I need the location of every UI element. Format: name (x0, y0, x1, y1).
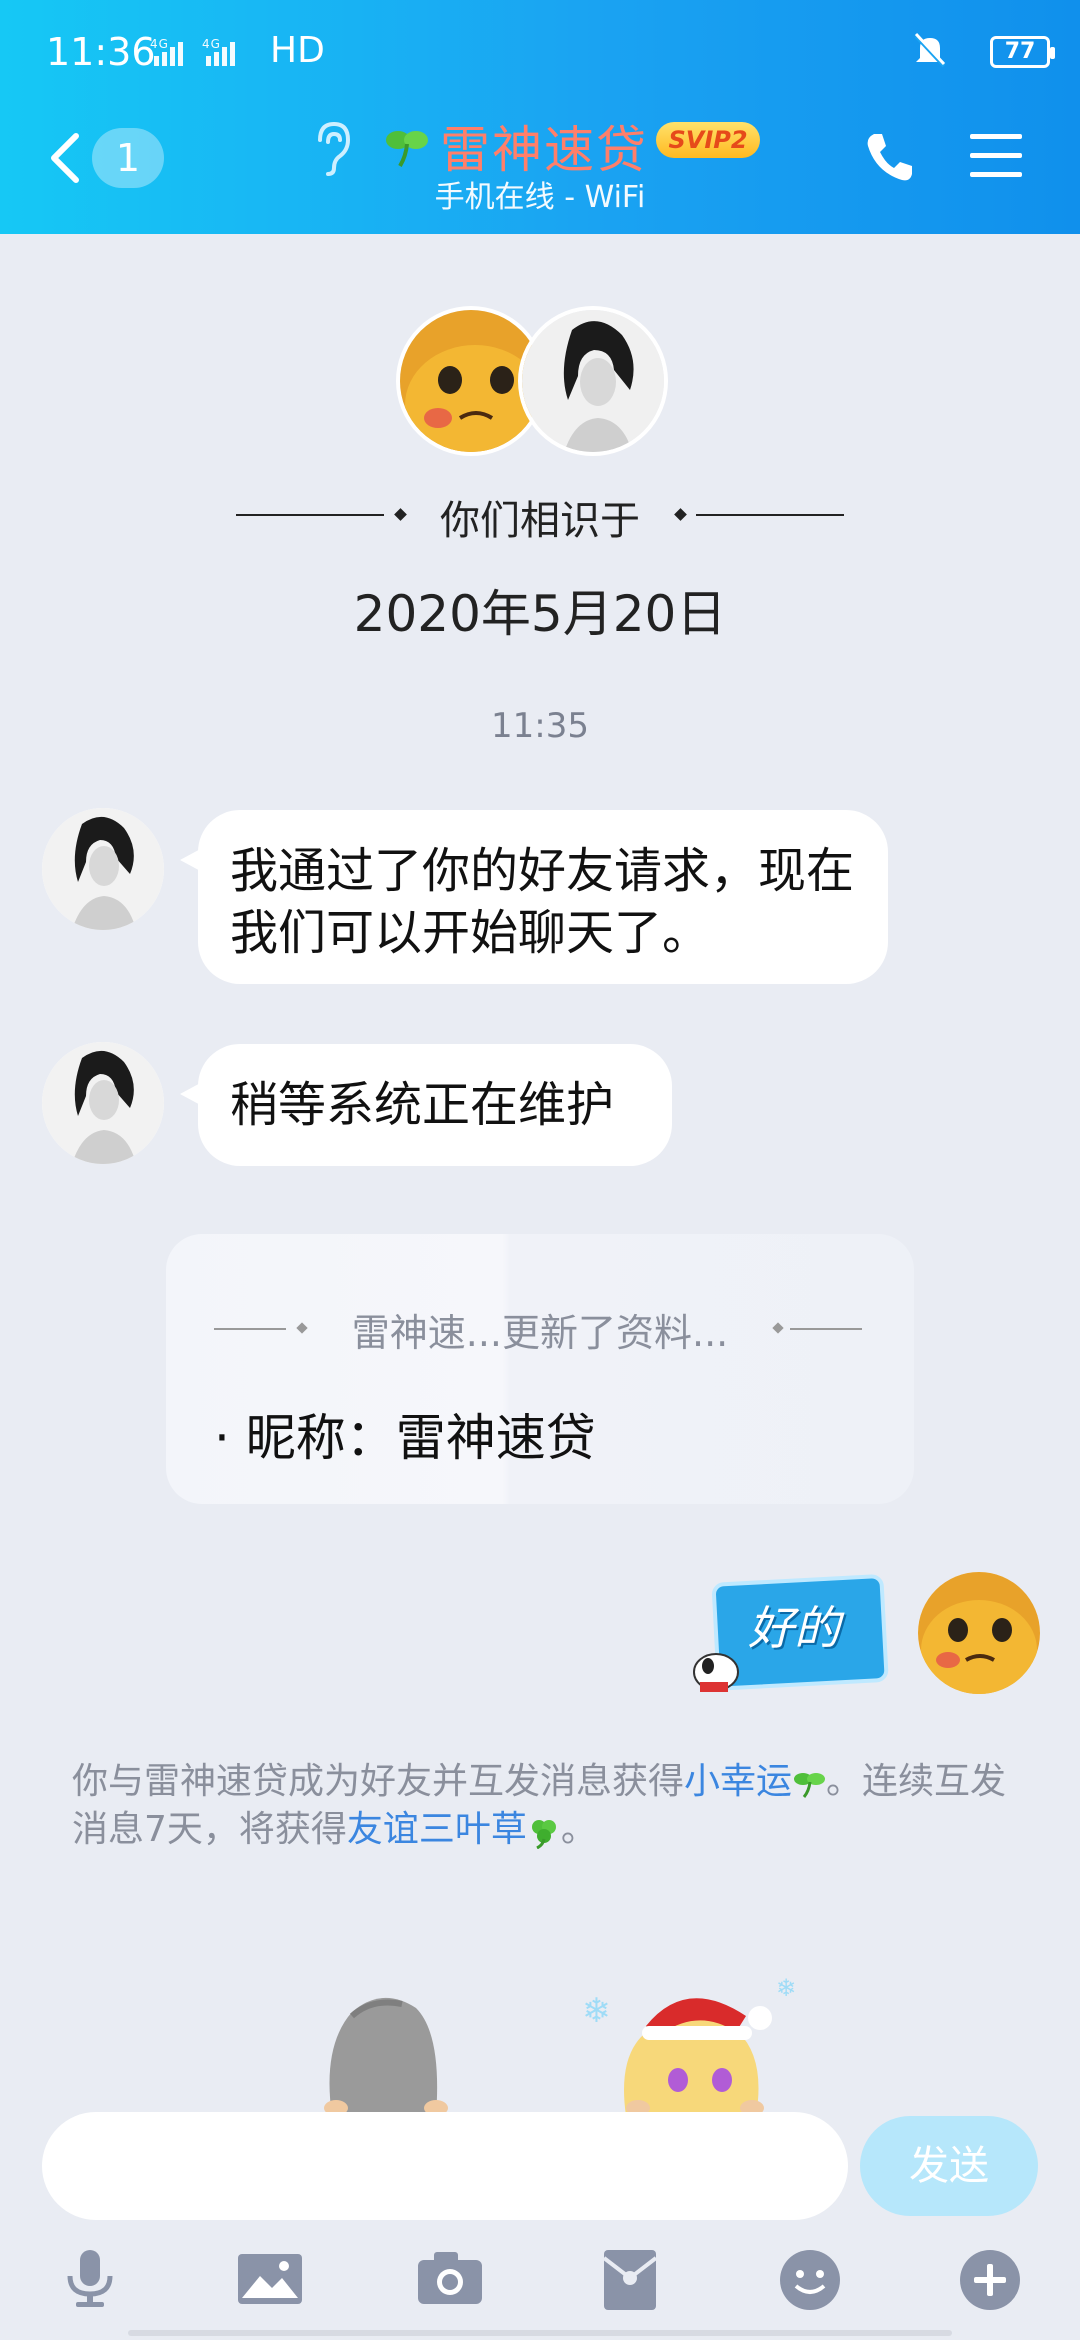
status-time: 11:36 (46, 30, 156, 74)
met-date: 2020年5月20日 (353, 585, 727, 643)
image-button[interactable] (236, 2248, 302, 2308)
svg-text:4G: 4G (150, 37, 169, 51)
network-indicator: 4G 4G (150, 34, 260, 74)
red-packet-button[interactable] (600, 2248, 660, 2310)
message-timestamp: 11:35 (491, 706, 589, 746)
my-avatar[interactable] (918, 1572, 1040, 1694)
more-button[interactable] (958, 2248, 1020, 2310)
clover-icon (382, 122, 430, 170)
plus-icon (960, 2250, 1020, 2310)
svg-text:❄: ❄ (776, 1976, 796, 2002)
divider-right (696, 514, 844, 516)
call-button[interactable] (860, 128, 918, 186)
red-packet-icon (602, 2250, 658, 2310)
image-icon (238, 2254, 302, 2304)
voice-button[interactable] (60, 2248, 120, 2308)
ear-icon[interactable] (310, 118, 354, 178)
svg-text:4G: 4G (202, 37, 221, 51)
tip-text: 你与雷神速贷成为好友并互发消息获得 (72, 1761, 685, 1802)
camera-button[interactable] (416, 2248, 482, 2308)
clover-icon (527, 1814, 561, 1850)
emoji-icon (780, 2250, 840, 2310)
mic-icon (67, 2250, 113, 2307)
friend-avatar[interactable] (518, 306, 668, 456)
battery-indicator: 77 (990, 36, 1055, 68)
tip-text: 。 (560, 1809, 597, 1850)
sprout-icon (792, 1766, 826, 1800)
svip-badge: SVIP2 (656, 122, 760, 158)
friendship-tip: 你与雷神速贷成为好友并互发消息获得小幸运 。连续互发消息7天，将获得友谊三叶草。 (72, 1758, 1032, 1854)
profile-update-notice[interactable]: 雷神速...更新了资料... · 昵称：雷神速贷 (166, 1234, 914, 1504)
mute-icon (910, 30, 950, 79)
friend-avatar[interactable] (42, 1042, 164, 1164)
status-bar: 11:36 4G 4G HD 77 (0, 0, 1080, 100)
signal-icon: 4G 4G (150, 37, 235, 66)
friend-avatars (396, 306, 676, 466)
svg-text:❄: ❄ (582, 1991, 611, 2031)
menu-button[interactable] (968, 130, 1024, 182)
lucky-link[interactable]: 小幸运 (684, 1761, 792, 1802)
message-bubble[interactable]: 稍等系统正在维护 (180, 1044, 672, 1166)
message-input[interactable] (42, 2112, 848, 2220)
met-label: 你们相识于 (440, 498, 640, 544)
nav-handle (128, 2330, 952, 2336)
clover-link[interactable]: 友谊三叶草 (347, 1809, 527, 1850)
notice-body: · 昵称：雷神速贷 (214, 1409, 596, 1467)
divider-right (790, 1328, 862, 1330)
camera-icon (418, 2252, 482, 2304)
phone-icon (867, 134, 912, 181)
friend-avatar[interactable] (42, 808, 164, 930)
menu-icon (970, 134, 1022, 177)
hd-indicator: HD (270, 30, 325, 71)
online-status: 手机在线 - WiFi (434, 180, 646, 215)
sticker-message[interactable]: 好的 (686, 1570, 896, 1700)
send-button[interactable]: 发送 (860, 2116, 1038, 2216)
character-decoration-right: ❄ ❄ (576, 1974, 816, 2120)
sticker-text: 好的 (748, 1601, 840, 1655)
message-bubble[interactable]: 我通过了你的好友请求，现在我们可以开始聊天了。 (180, 810, 888, 984)
character-decoration-left (312, 1986, 452, 2120)
emoji-button[interactable] (778, 2248, 840, 2310)
chat-header: 11:36 4G 4G HD 77 1 雷神速贷 SVIP2 手机在线 - Wi… (0, 0, 1080, 234)
